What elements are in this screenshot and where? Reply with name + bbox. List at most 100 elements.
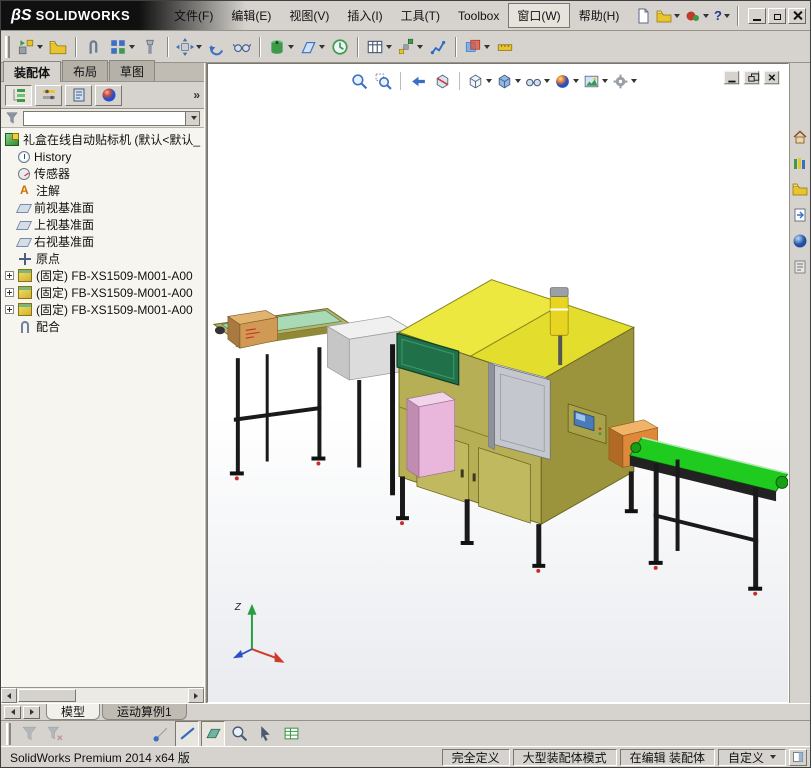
menu-tools[interactable]: 工具(T)	[392, 3, 449, 28]
tab-model[interactable]: 模型	[46, 704, 100, 720]
propertymanager-tab[interactable]	[35, 85, 62, 106]
tree-item-annotations[interactable]: 注解	[5, 182, 204, 199]
tab-layout[interactable]: 布局	[62, 60, 108, 81]
filter-vertices-button[interactable]	[149, 721, 173, 747]
expand-icon[interactable]	[5, 305, 14, 314]
insert-components-button[interactable]	[15, 34, 45, 60]
tab-scroll-left-button[interactable]	[4, 706, 21, 719]
quick-filters-button[interactable]	[43, 721, 67, 747]
appearances-tab[interactable]	[95, 85, 122, 106]
solidworks-tools-button[interactable]	[683, 4, 711, 27]
menu-edit[interactable]: 编辑(E)	[222, 3, 280, 28]
scrollbar-thumb[interactable]	[18, 689, 76, 702]
featuremanager-tree-tab[interactable]	[5, 85, 32, 106]
configurationmanager-tab[interactable]	[65, 85, 92, 106]
move-component-button[interactable]	[174, 34, 204, 60]
reference-geometry-button[interactable]	[297, 34, 327, 60]
filter-faces-button[interactable]	[201, 721, 225, 747]
menu-help[interactable]: 帮助(H)	[570, 3, 629, 28]
open-part-button[interactable]	[46, 34, 70, 60]
zoom-to-area-button[interactable]	[372, 70, 394, 92]
toolbar-grip[interactable]	[5, 36, 10, 58]
horizontal-scrollbar[interactable]	[1, 687, 204, 703]
view-palette-button[interactable]	[791, 205, 810, 224]
select-tool-button[interactable]	[253, 721, 277, 747]
quantity-table-button[interactable]	[279, 721, 303, 747]
filter-off-button[interactable]	[17, 721, 41, 747]
new-document-button[interactable]	[633, 4, 653, 27]
expand-icon[interactable]	[5, 271, 14, 280]
custom-properties-button[interactable]	[791, 257, 810, 276]
more-tabs-chevron-icon[interactable]	[193, 88, 200, 102]
restore-window-button[interactable]	[768, 8, 786, 24]
mate-button[interactable]	[82, 34, 106, 60]
measure-button[interactable]	[493, 34, 517, 60]
exploded-view-button[interactable]	[395, 34, 425, 60]
restore-document-button[interactable]	[744, 71, 759, 85]
filter-dropdown-button[interactable]	[185, 112, 199, 125]
task-pane-toggle-icon	[792, 751, 804, 763]
display-style-button[interactable]	[495, 70, 522, 92]
scroll-left-icon	[11, 709, 15, 715]
tree-item-sensors[interactable]: 传感器	[5, 165, 204, 182]
new-motion-study-button[interactable]	[328, 34, 352, 60]
expand-icon[interactable]	[5, 288, 14, 297]
smart-fasteners-button[interactable]	[138, 34, 162, 60]
minimize-document-button[interactable]	[724, 71, 739, 85]
appearances-scenes-button[interactable]	[791, 231, 810, 250]
previous-view-button[interactable]	[407, 70, 429, 92]
scroll-right-button[interactable]	[188, 688, 204, 703]
tree-filter-input[interactable]	[23, 111, 200, 126]
menu-insert[interactable]: 插入(I)	[338, 3, 391, 28]
section-view-button[interactable]	[431, 70, 453, 92]
view-orientation-button[interactable]	[466, 70, 493, 92]
tree-item-root[interactable]: 礼盒在线自动贴标机 (默认<默认_	[5, 131, 204, 148]
interference-detection-button[interactable]	[462, 34, 492, 60]
close-document-button[interactable]	[764, 71, 779, 85]
zoom-fit-button[interactable]	[348, 70, 370, 92]
bill-of-materials-button[interactable]	[364, 34, 394, 60]
file-explorer-button[interactable]	[791, 179, 810, 198]
show-hidden-components-button[interactable]	[230, 34, 254, 60]
filter-edges-button[interactable]	[175, 721, 199, 747]
tab-motion-study-1[interactable]: 运动算例1	[102, 704, 187, 720]
minimize-window-button[interactable]	[748, 8, 766, 24]
menu-window[interactable]: 窗口(W)	[508, 3, 569, 28]
design-library-button[interactable]	[791, 153, 810, 172]
tree-item-component-1[interactable]: (固定) FB-XS1509-M001-A00	[5, 267, 204, 284]
help-button[interactable]	[712, 4, 732, 27]
menu-file[interactable]: 文件(F)	[165, 3, 222, 28]
tree-item-top-plane[interactable]: 上视基准面	[5, 216, 204, 233]
tree-item-origin[interactable]: 原点	[5, 250, 204, 267]
scroll-left-button[interactable]	[1, 688, 17, 703]
panel-pane-tabs	[1, 82, 204, 109]
status-fully-defined: 完全定义	[442, 749, 510, 766]
tree-item-component-3[interactable]: (固定) FB-XS1509-M001-A00	[5, 301, 204, 318]
apply-scene-button[interactable]	[582, 70, 609, 92]
tree-item-mates[interactable]: 配合	[5, 318, 204, 335]
tree-item-front-plane[interactable]: 前视基准面	[5, 199, 204, 216]
tab-sketch[interactable]: 草图	[109, 60, 155, 81]
assembly-features-button[interactable]	[266, 34, 296, 60]
tree-item-component-2[interactable]: (固定) FB-XS1509-M001-A00	[5, 284, 204, 301]
menu-view[interactable]: 视图(V)	[280, 3, 338, 28]
status-custom-dropdown[interactable]: 自定义	[718, 749, 786, 766]
solidworks-resources-button[interactable]	[791, 127, 810, 146]
close-window-button[interactable]	[788, 8, 806, 24]
explode-line-sketch-button[interactable]	[426, 34, 450, 60]
tree-item-right-plane[interactable]: 右视基准面	[5, 233, 204, 250]
menu-toolbox[interactable]: Toolbox	[449, 5, 508, 27]
tab-scroll-right-button[interactable]	[23, 706, 40, 719]
graphics-area[interactable]: Z	[207, 63, 789, 703]
tree-item-history[interactable]: History	[5, 148, 204, 165]
linear-component-pattern-button[interactable]	[107, 34, 137, 60]
tab-assembly[interactable]: 装配体	[3, 61, 61, 82]
open-document-button[interactable]	[654, 4, 682, 27]
edit-appearance-button[interactable]	[553, 70, 580, 92]
view-settings-button[interactable]	[611, 70, 638, 92]
task-pane-toggle-button[interactable]	[789, 749, 807, 766]
toolbar-grip[interactable]	[6, 723, 11, 745]
rotate-component-button[interactable]	[205, 34, 229, 60]
hide-show-items-button[interactable]	[524, 70, 551, 92]
magnified-selection-button[interactable]	[227, 721, 251, 747]
